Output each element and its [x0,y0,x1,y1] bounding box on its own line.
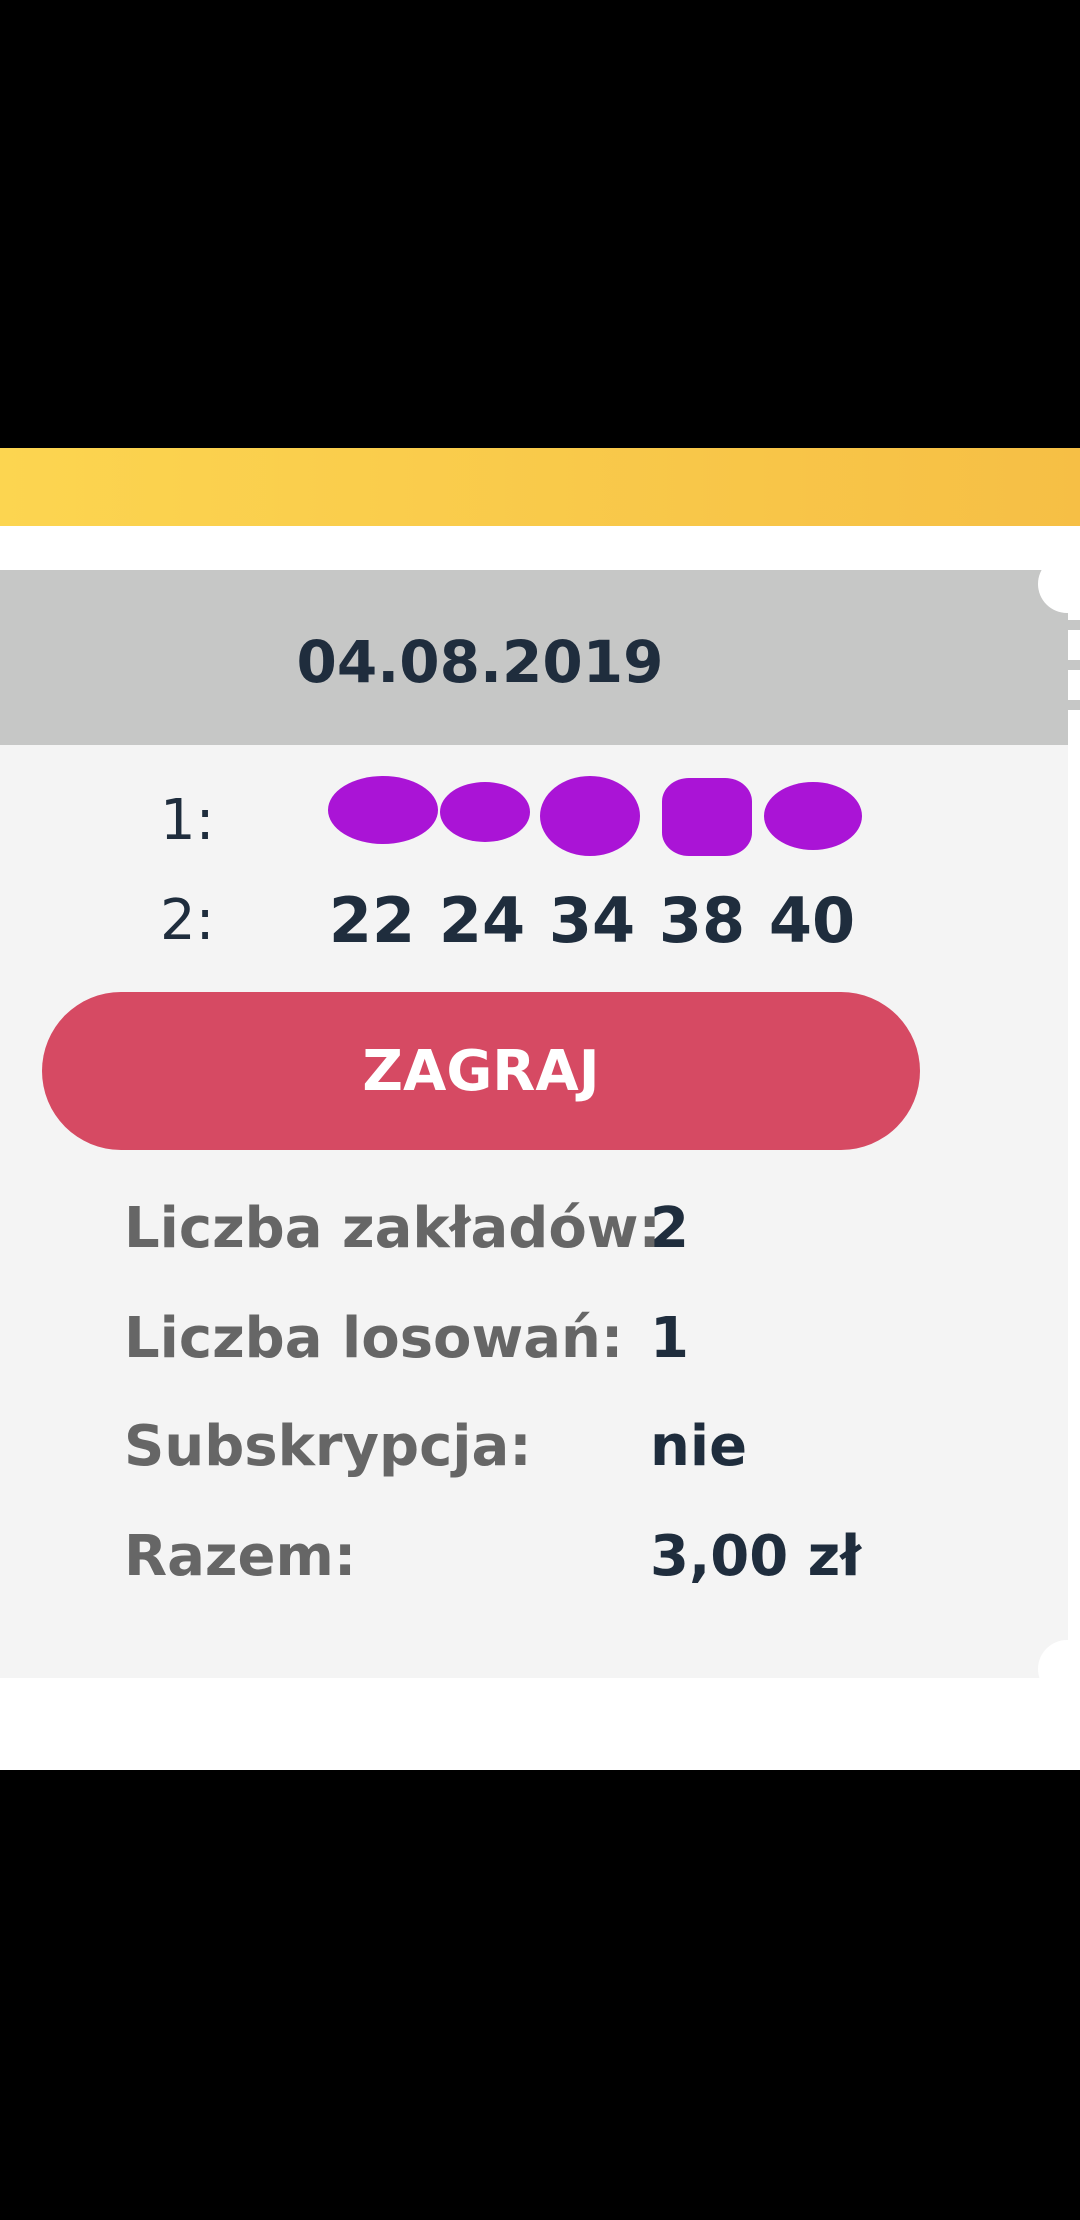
redaction-scribble [662,778,752,856]
subscription-label: Subskrypcja: [124,1414,532,1479]
draws-count-label: Liczba losowań: [124,1306,624,1371]
ticket-edge-mark [1068,660,1080,670]
ticket-edge-mark [1068,620,1080,630]
redaction-scribble [440,782,530,842]
redaction-scribble [328,776,438,844]
subscription-value: nie [650,1414,748,1479]
bet-number: 24 [438,884,526,957]
bet-label: 2: [160,888,215,953]
bets-count-value: 2 [650,1196,689,1261]
bet-number: 34 [548,884,636,957]
draw-date: 04.08.2019 [296,628,664,696]
ticket-edge-mark [1068,700,1080,710]
bet-number: 22 [328,884,416,957]
total-label: Razem: [124,1524,357,1589]
bet-number: 40 [768,884,856,957]
bet-label: 1: [160,788,215,853]
top-accent-bar [0,448,1080,526]
ticket-header: 04.08.2019 [0,570,1068,745]
redaction-scribble [540,776,640,856]
redaction-scribble [764,782,862,850]
bet-number: 38 [658,884,746,957]
play-button[interactable]: ZAGRAJ [42,992,920,1150]
bets-count-label: Liczba zakładów: [124,1196,661,1261]
total-value: 3,00 zł [650,1524,862,1589]
draws-count-value: 1 [650,1306,689,1371]
screen: 04.08.2019 1: 2: 22 24 34 38 40 ZAGRAJ L… [0,0,1080,2220]
